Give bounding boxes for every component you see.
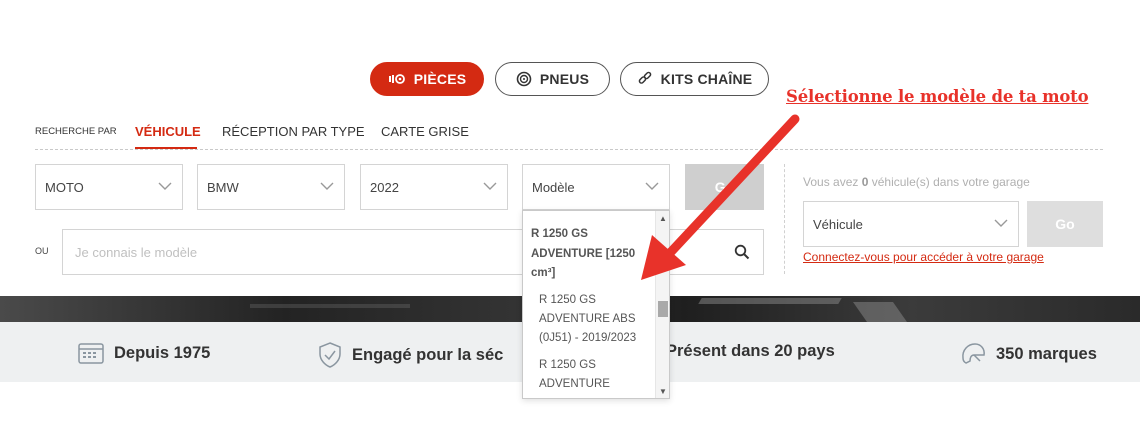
scroll-down-icon[interactable]: ▼	[659, 387, 667, 396]
trust-engaged: Engagé pour la séc	[318, 342, 503, 368]
chevron-down-icon	[158, 182, 172, 190]
trust-engaged-label: Engagé pour la séc	[352, 345, 504, 364]
tab-pieces[interactable]: PIÈCES	[370, 62, 484, 96]
tab-vehicule[interactable]: VÉHICULE	[135, 124, 201, 139]
chevron-down-icon	[645, 182, 659, 190]
login-garage-link[interactable]: Connectez-vous pour accéder à votre gara…	[803, 250, 1044, 264]
helmet-icon	[962, 343, 985, 364]
dropdown-scrollbar[interactable]: ▲ ▼	[655, 211, 669, 398]
or-label: OU	[35, 246, 49, 256]
tab-pneus-label: PNEUS	[539, 71, 590, 87]
year-value: 2022	[370, 179, 399, 195]
model-dropdown-list[interactable]: R 1250 GS ADVENTURE [1250 cm³] R 1250 GS…	[522, 210, 670, 399]
model-value: Modèle	[532, 179, 575, 195]
trust-present: Présent dans 20 pays	[666, 342, 835, 361]
tab-kits-chaine[interactable]: KITS CHAÎNE	[620, 62, 769, 96]
search-by-label: RECHERCHE PAR	[35, 126, 117, 137]
trust-since: Depuis 1975	[78, 342, 210, 364]
trust-brands: 350 marques	[960, 342, 1097, 366]
garage-vehicle-select[interactable]: Véhicule	[803, 201, 1019, 247]
garage-status-text: Vous avez 0 véhicule(s) dans votre garag…	[803, 175, 1030, 189]
panel-divider	[784, 164, 785, 274]
chevron-down-icon	[483, 182, 497, 190]
model-select[interactable]: Modèle	[522, 164, 670, 210]
tab-kits-label: KITS CHAÎNE	[660, 71, 753, 87]
year-select[interactable]: 2022	[360, 164, 508, 210]
chevron-down-icon	[994, 219, 1008, 227]
trust-brands-label: 350 marques	[996, 344, 1097, 363]
active-tab-indicator	[135, 147, 197, 149]
garage-text-before: Vous avez	[803, 175, 862, 189]
trust-present-label: Présent dans 20 pays	[666, 342, 835, 360]
chevron-down-icon	[320, 182, 334, 190]
chain-icon	[637, 71, 653, 87]
scroll-up-icon[interactable]: ▲	[659, 214, 667, 223]
trust-since-label: Depuis 1975	[114, 343, 211, 362]
search-icon[interactable]	[734, 244, 750, 260]
shield-icon	[319, 342, 341, 368]
tire-icon	[516, 71, 532, 87]
dropdown-option[interactable]: R 1250 GS ADVENTURE	[539, 356, 651, 394]
tab-carte-grise[interactable]: CARTE GRISE	[381, 124, 469, 139]
calendar-icon	[78, 343, 104, 364]
brand-value: BMW	[207, 179, 239, 195]
spark-plug-icon	[388, 73, 406, 85]
tab-pieces-label: PIÈCES	[413, 71, 467, 87]
garage-text-after: véhicule(s) dans votre garage	[868, 175, 1030, 189]
garage-go-button[interactable]: Go	[1027, 201, 1103, 247]
go-button[interactable]: Go	[685, 164, 764, 210]
vehicle-type-value: MOTO	[45, 179, 84, 195]
tab-pneus[interactable]: PNEUS	[495, 62, 610, 96]
dropdown-group-header: R 1250 GS ADVENTURE [1250 cm³]	[531, 228, 636, 279]
garage-vehicle-value: Véhicule	[813, 216, 863, 232]
scrollbar-thumb[interactable]	[658, 301, 668, 317]
brand-select[interactable]: BMW	[197, 164, 345, 210]
divider	[35, 149, 1103, 150]
page: PIÈCES PNEUS KITS CHAÎNE Sélectionne le …	[0, 0, 1140, 445]
annotation-text: Sélectionne le modèle de ta moto	[786, 87, 1089, 106]
dropdown-option[interactable]: R 1250 GS ADVENTURE ABS (0J51) - 2019/20…	[539, 291, 651, 348]
vehicle-type-select[interactable]: MOTO	[35, 164, 183, 210]
tab-reception-par-type[interactable]: RÉCEPTION PAR TYPE	[222, 124, 365, 139]
